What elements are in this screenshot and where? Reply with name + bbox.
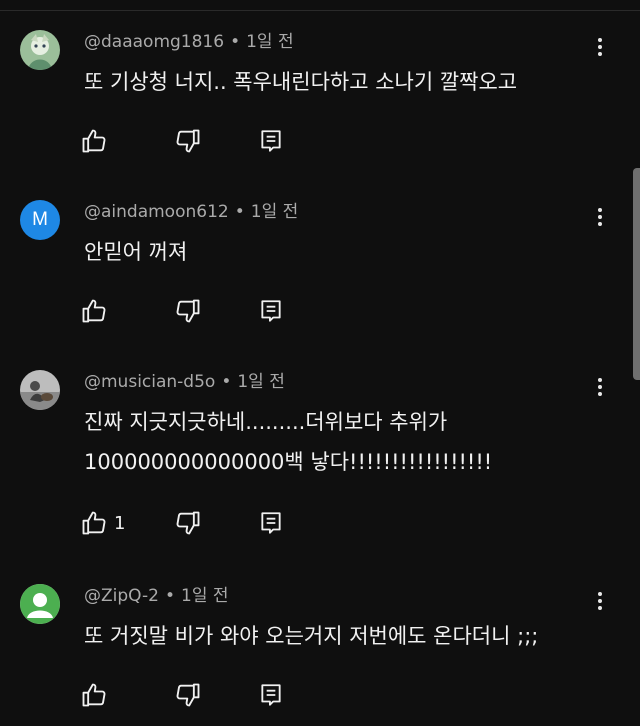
avatar[interactable] <box>20 30 60 70</box>
more-vert-icon-dot <box>598 215 602 219</box>
separator-dot: • <box>230 32 241 52</box>
comment-line: 또 기상청 너지.. 폭우내린다하고 소나기 깔짝오고 <box>84 70 518 94</box>
dislike-button[interactable] <box>174 126 202 156</box>
more-vert-icon <box>598 592 602 596</box>
like-button[interactable] <box>80 296 114 326</box>
thumb-down-icon <box>176 511 200 535</box>
reply-icon <box>261 512 281 534</box>
more-button[interactable] <box>588 374 612 400</box>
dislike-button[interactable] <box>174 296 202 326</box>
separator-dot: • <box>221 372 232 392</box>
scrollbar[interactable] <box>633 168 640 380</box>
comment-meta: @daaaomg1816 • 1일 전 <box>84 30 294 54</box>
comment-actions <box>80 126 300 156</box>
comment-line: 100000000000000백 낳다!!!!!!!!!!!!!!!!! <box>84 450 493 474</box>
comment-actions <box>80 296 300 326</box>
avatar-letter: M <box>32 209 48 230</box>
reply-button[interactable] <box>258 296 284 326</box>
comment-meta: @ZipQ-2 • 1일 전 <box>84 584 229 608</box>
comment-line: 또 거짓말 비가 와야 오는거지 저번에도 온다더니 ;;; <box>84 624 539 648</box>
comment-text: 진짜 지긋지긋하네.........더위보다 추위가 1000000000000… <box>84 402 492 482</box>
comment-text: 또 기상청 너지.. 폭우내린다하고 소나기 깔짝오고 <box>84 62 517 102</box>
comment-meta: @musician-d5o • 1일 전 <box>84 370 285 394</box>
thumb-down-icon <box>176 299 200 323</box>
more-vert-icon-dot <box>598 606 602 610</box>
author-name[interactable]: @daaaomg1816 <box>84 32 224 52</box>
avatar-image-icon <box>20 30 60 70</box>
thumb-up-icon <box>82 129 106 153</box>
avatar[interactable]: M <box>20 200 60 240</box>
reply-button[interactable] <box>258 126 284 156</box>
thumb-up-icon <box>82 299 106 323</box>
more-vert-icon <box>598 38 602 42</box>
more-button[interactable] <box>588 588 612 614</box>
comment-time[interactable]: 1일 전 <box>246 32 294 52</box>
author-name[interactable]: @aindamoon612 <box>84 202 229 222</box>
reply-icon <box>261 300 281 322</box>
top-divider <box>0 0 640 11</box>
avatar[interactable] <box>20 584 60 624</box>
more-vert-icon <box>598 378 602 382</box>
comment-time[interactable]: 1일 전 <box>181 586 229 606</box>
comment-line: 진짜 지긋지긋하네.........더위보다 추위가 <box>84 410 448 434</box>
reply-button[interactable] <box>258 680 284 710</box>
more-vert-icon-dot <box>598 52 602 56</box>
more-button[interactable] <box>588 204 612 230</box>
more-button[interactable] <box>588 34 612 60</box>
reply-icon <box>261 684 281 706</box>
separator-dot: • <box>164 586 175 606</box>
author-name[interactable]: @musician-d5o <box>84 372 215 392</box>
dislike-button[interactable] <box>174 680 202 710</box>
comment-actions: 1 <box>80 508 300 538</box>
more-vert-icon-dot <box>598 45 602 49</box>
reply-button[interactable] <box>258 508 284 538</box>
like-button[interactable] <box>80 126 114 156</box>
comment-text: 또 거짓말 비가 와야 오는거지 저번에도 온다더니 ;;; <box>84 616 538 656</box>
default-avatar-icon <box>20 584 60 624</box>
more-vert-icon <box>598 208 602 212</box>
thumb-down-icon <box>176 129 200 153</box>
author-name[interactable]: @ZipQ-2 <box>84 586 159 606</box>
thumb-up-icon <box>82 511 106 535</box>
thumb-up-icon <box>82 683 106 707</box>
thumb-down-icon <box>176 683 200 707</box>
comment-time[interactable]: 1일 전 <box>237 372 285 392</box>
like-button[interactable] <box>80 680 114 710</box>
dislike-button[interactable] <box>174 508 202 538</box>
comment-line: 안믿어 꺼져 <box>84 240 188 264</box>
like-button[interactable]: 1 <box>80 508 125 538</box>
comment-text: 안믿어 꺼져 <box>84 232 187 272</box>
more-vert-icon-dot <box>598 599 602 603</box>
comment-meta: @aindamoon612 • 1일 전 <box>84 200 298 224</box>
like-count: 1 <box>114 512 126 534</box>
comment-time[interactable]: 1일 전 <box>251 202 299 222</box>
avatar-image-icon <box>20 370 60 410</box>
more-vert-icon-dot <box>598 392 602 396</box>
avatar[interactable] <box>20 370 60 410</box>
more-vert-icon-dot <box>598 222 602 226</box>
separator-dot: • <box>234 202 245 222</box>
reply-icon <box>261 130 281 152</box>
more-vert-icon-dot <box>598 385 602 389</box>
comment-actions <box>80 680 300 710</box>
